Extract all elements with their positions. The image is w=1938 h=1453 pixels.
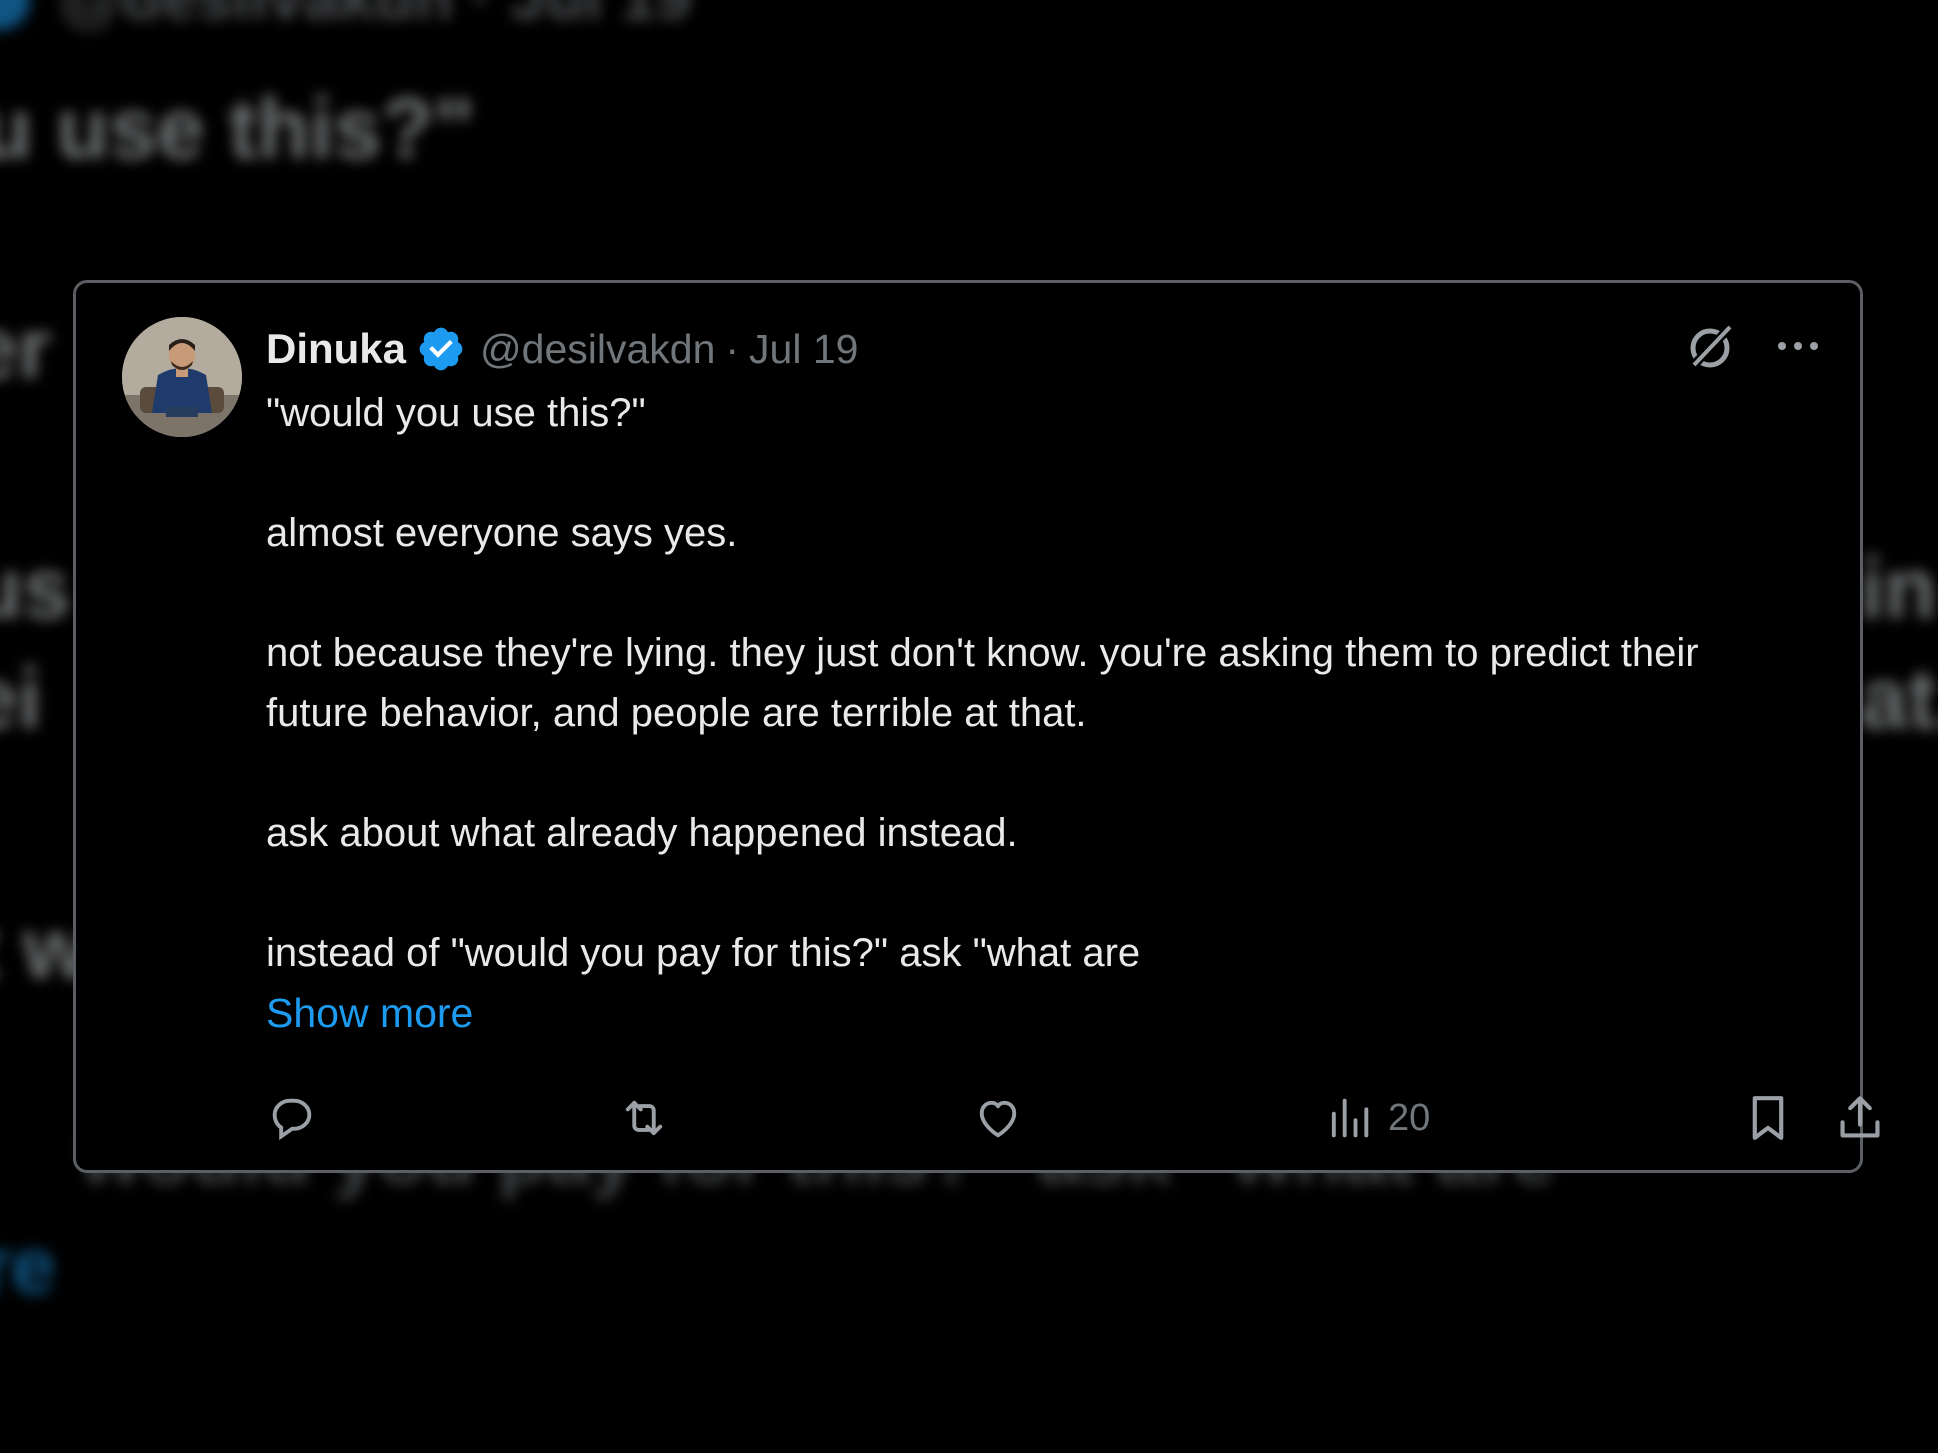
tweet-paragraph: "would you use this?"	[266, 391, 646, 435]
screen: @desilvakdn · Jul 19 u use this?" er us …	[0, 0, 1938, 1453]
grok-icon[interactable]	[1684, 319, 1738, 378]
bookmark-button[interactable]	[1746, 1083, 1790, 1153]
blurred-verified-badge-icon	[0, 0, 30, 30]
blurred-line: er	[0, 301, 52, 397]
heart-icon	[971, 1092, 1025, 1144]
reply-button[interactable]	[266, 1083, 318, 1153]
verified-badge-icon	[416, 324, 466, 374]
show-more-link[interactable]: Show more	[266, 983, 473, 1043]
tweet-paragraph: almost everyone says yes.	[266, 511, 738, 555]
separator-dot: ·	[725, 325, 740, 372]
tweet-paragraph: instead of "would you pay for this?" ask…	[266, 931, 1141, 975]
repost-icon	[616, 1092, 672, 1144]
blurred-line: u use this?"	[0, 81, 475, 177]
tweet-paragraph: not because they're lying. they just don…	[266, 631, 1699, 735]
more-dots-icon[interactable]	[1776, 336, 1820, 361]
author-name[interactable]: Dinuka	[266, 325, 406, 373]
blurred-line: ei	[0, 651, 42, 747]
tweet-action-bar: 20	[266, 1083, 1880, 1153]
blurred-line: us	[0, 541, 71, 637]
blurred-show-more: re	[0, 1221, 56, 1310]
tweet-paragraph: ask about what already happened instead.	[266, 811, 1018, 855]
author-handle[interactable]: @desilvakdn	[480, 326, 715, 373]
views-button[interactable]: 20	[1326, 1083, 1430, 1153]
avatar[interactable]	[122, 317, 242, 437]
tweet-body: "would you use this?" almost everyone sa…	[266, 383, 1786, 1044]
views-count: 20	[1388, 1096, 1431, 1139]
repost-button[interactable]	[616, 1083, 672, 1153]
blurred-line: in	[1860, 541, 1937, 637]
tweet-date[interactable]: Jul 19	[749, 326, 858, 373]
blurred-handle: @desilvakdn · Jul 19	[60, 0, 692, 34]
tweet-card[interactable]: Dinuka @desilvakdn · Jul 19 "would you u…	[73, 280, 1880, 1173]
bookmark-icon	[1746, 1091, 1790, 1145]
tweet-header: Dinuka @desilvakdn · Jul 19	[266, 319, 858, 379]
avatar-photo	[122, 317, 242, 437]
blurred-line: at.	[1860, 651, 1938, 747]
tweet-top-actions	[1684, 319, 1820, 378]
share-icon	[1836, 1091, 1884, 1145]
reply-icon	[266, 1092, 318, 1144]
like-button[interactable]	[971, 1083, 1025, 1153]
views-chart-icon	[1326, 1092, 1372, 1144]
share-button[interactable]	[1836, 1083, 1884, 1153]
